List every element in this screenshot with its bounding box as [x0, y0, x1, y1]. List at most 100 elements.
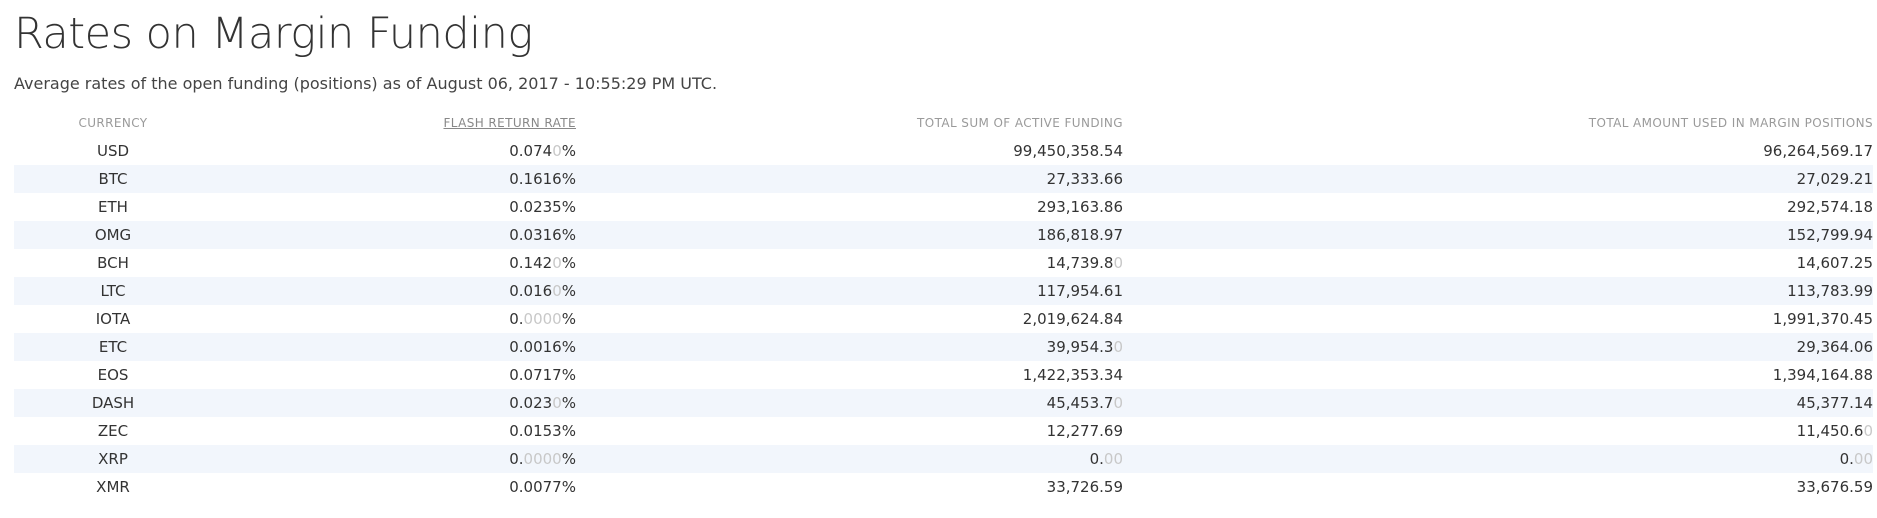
currency-code: BTC	[98, 170, 128, 188]
cell-currency: BTC	[14, 165, 212, 193]
active-funding-value: 186,818.97	[1037, 226, 1123, 244]
currency-code: OMG	[94, 226, 132, 244]
page-subtitle: Average rates of the open funding (posit…	[14, 74, 718, 93]
cell-total-margin-positions: 45,377.14	[1123, 389, 1873, 417]
active-funding-value: 1,422,353.34	[1022, 366, 1123, 384]
table-row: DASH 0.0230% 45,453.70 45,377.14	[14, 389, 1873, 417]
column-header-currency: CURRENCY	[78, 116, 148, 130]
frr-trailing-zeros: 0000	[523, 310, 562, 328]
frr-value: 0.0717	[509, 366, 562, 384]
cell-currency: XRP	[14, 445, 212, 473]
table-row: XRP 0.0000% 0.00 0.00	[14, 445, 1873, 473]
cell-total-active-funding: 99,450,358.54	[576, 137, 1123, 165]
frr-value: 0.016	[509, 282, 553, 300]
frr-value: 0.	[509, 310, 524, 328]
margin-positions-value: 152,799.94	[1787, 226, 1873, 244]
page: Rates on Margin Funding Average rates of…	[0, 0, 1877, 501]
cell-flash-return-rate: 0.1616%	[212, 165, 576, 193]
cell-flash-return-rate: 0.0016%	[212, 333, 576, 361]
active-funding-value: 27,333.66	[1046, 170, 1123, 188]
frr-value: 0.0235	[509, 198, 562, 216]
cell-total-active-funding: 117,954.61	[576, 277, 1123, 305]
active-funding-trailing-zeros: 0	[1113, 338, 1123, 356]
frr-percent-sign: %	[561, 394, 576, 412]
currency-code: ETH	[98, 198, 128, 216]
frr-percent-sign: %	[561, 170, 576, 188]
cell-currency: LTC	[14, 277, 212, 305]
frr-value: 0.1616	[509, 170, 562, 188]
table-row: XMR 0.0077% 33,726.59 33,676.59	[14, 473, 1873, 501]
frr-percent-sign: %	[561, 198, 576, 216]
active-funding-value: 293,163.86	[1037, 198, 1123, 216]
table-row: ETH 0.0235% 293,163.86 292,574.18	[14, 193, 1873, 221]
frr-trailing-zeros: 0000	[523, 450, 562, 468]
active-funding-value: 33,726.59	[1046, 478, 1123, 496]
cell-total-margin-positions: 14,607.25	[1123, 249, 1873, 277]
column-header-flash-return-rate[interactable]: FLASH RETURN RATE	[212, 109, 576, 137]
cell-total-margin-positions: 27,029.21	[1123, 165, 1873, 193]
currency-code: ETC	[98, 338, 128, 356]
cell-flash-return-rate: 0.0000%	[212, 305, 576, 333]
cell-currency: XMR	[14, 473, 212, 501]
page-title: Rates on Margin Funding	[14, 9, 533, 59]
cell-flash-return-rate: 0.0160%	[212, 277, 576, 305]
column-header-total-active-funding: TOTAL SUM OF ACTIVE FUNDING	[917, 116, 1123, 130]
currency-code: XMR	[96, 478, 130, 496]
margin-positions-trailing-zeros: 0	[1863, 422, 1873, 440]
frr-value: 0.0016	[509, 338, 562, 356]
active-funding-value: 39,954.3	[1046, 338, 1114, 356]
margin-positions-value: 45,377.14	[1796, 394, 1873, 412]
cell-total-active-funding: 45,453.70	[576, 389, 1123, 417]
cell-flash-return-rate: 0.0717%	[212, 361, 576, 389]
cell-total-margin-positions: 113,783.99	[1123, 277, 1873, 305]
frr-percent-sign: %	[561, 282, 576, 300]
table-row: ZEC 0.0153% 12,277.69 11,450.60	[14, 417, 1873, 445]
active-funding-trailing-zeros: 00	[1103, 450, 1123, 468]
margin-positions-value: 292,574.18	[1787, 198, 1873, 216]
cell-total-active-funding: 1,422,353.34	[576, 361, 1123, 389]
margin-positions-value: 96,264,569.17	[1763, 142, 1873, 160]
margin-positions-value: 1,991,370.45	[1772, 310, 1873, 328]
margin-positions-trailing-zeros: 00	[1853, 450, 1873, 468]
frr-value: 0.0153	[509, 422, 562, 440]
cell-total-margin-positions: 29,364.06	[1123, 333, 1873, 361]
cell-currency: DASH	[14, 389, 212, 417]
table-row: BTC 0.1616% 27,333.66 27,029.21	[14, 165, 1873, 193]
currency-code: DASH	[91, 394, 135, 412]
frr-trailing-zeros: 0	[552, 142, 562, 160]
table-row: LTC 0.0160% 117,954.61 113,783.99	[14, 277, 1873, 305]
active-funding-trailing-zeros: 0	[1113, 394, 1123, 412]
cell-total-margin-positions: 1,394,164.88	[1123, 361, 1873, 389]
cell-total-active-funding: 12,277.69	[576, 417, 1123, 445]
active-funding-value: 14,739.8	[1046, 254, 1114, 272]
cell-currency: USD	[14, 137, 212, 165]
column-header-total-margin-positions: TOTAL AMOUNT USED IN MARGIN POSITIONS	[1588, 116, 1873, 130]
frr-value: 0.023	[509, 394, 553, 412]
cell-total-margin-positions: 152,799.94	[1123, 221, 1873, 249]
cell-flash-return-rate: 0.0235%	[212, 193, 576, 221]
frr-value: 0.0316	[509, 226, 562, 244]
frr-percent-sign: %	[561, 310, 576, 328]
cell-currency: ETH	[14, 193, 212, 221]
frr-value: 0.	[509, 450, 524, 468]
margin-positions-value: 11,450.6	[1796, 422, 1864, 440]
active-funding-value: 12,277.69	[1046, 422, 1123, 440]
currency-code: XRP	[98, 450, 128, 468]
frr-trailing-zeros: 0	[552, 254, 562, 272]
cell-currency: OMG	[14, 221, 212, 249]
cell-currency: ZEC	[14, 417, 212, 445]
currency-code: BCH	[97, 254, 129, 272]
cell-total-margin-positions: 1,991,370.45	[1123, 305, 1873, 333]
cell-currency: IOTA	[14, 305, 212, 333]
table-row: USD 0.0740% 99,450,358.54 96,264,569.17	[14, 137, 1873, 165]
table-header-row: CURRENCY FLASH RETURN RATE TOTAL SUM OF …	[14, 109, 1873, 137]
cell-currency: BCH	[14, 249, 212, 277]
margin-positions-value: 33,676.59	[1796, 478, 1873, 496]
frr-percent-sign: %	[561, 366, 576, 384]
frr-percent-sign: %	[561, 450, 576, 468]
margin-positions-value: 0.	[1839, 450, 1854, 468]
table-row: OMG 0.0316% 186,818.97 152,799.94	[14, 221, 1873, 249]
cell-total-active-funding: 14,739.80	[576, 249, 1123, 277]
frr-trailing-zeros: 0	[552, 394, 562, 412]
currency-code: USD	[96, 142, 130, 160]
